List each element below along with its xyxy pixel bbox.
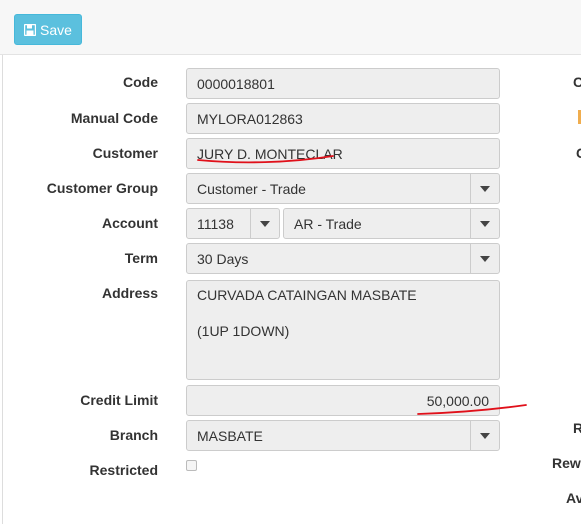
branch-value: MASBATE: [197, 427, 263, 444]
chevron-down-icon: [470, 174, 499, 203]
customer-group-select[interactable]: Customer - Trade: [186, 173, 500, 204]
customer-value: JURY D. MONTECLAR: [197, 145, 343, 162]
account-code-value: 11138: [197, 215, 234, 232]
manual-code-label: Manual Code: [70, 110, 158, 126]
floppy-disk-icon: [24, 23, 37, 36]
save-button-label: Save: [40, 21, 72, 38]
chevron-down-icon: [250, 209, 279, 238]
branch-label: Branch: [109, 427, 158, 443]
account-label: Account: [102, 215, 158, 231]
manual-code-value: MYLORA012863: [197, 110, 303, 127]
toolbar: Save: [0, 0, 581, 55]
customer-label: Customer: [92, 145, 158, 161]
right-label-4: Rewa: [552, 455, 581, 471]
chevron-down-icon: [470, 209, 499, 238]
code-value: 0000018801: [197, 75, 275, 92]
credit-limit-field[interactable]: 50,000.00: [186, 385, 500, 416]
account-code-select[interactable]: 11138: [186, 208, 280, 239]
right-label-2: C: [576, 145, 581, 161]
code-field[interactable]: 0000018801: [186, 68, 500, 99]
chevron-down-icon: [470, 244, 499, 273]
right-label-5: Av: [566, 490, 581, 506]
term-select[interactable]: 30 Days: [186, 243, 500, 274]
address-textarea[interactable]: CURVADA CATAINGAN MASBATE (1UP 1DOWN): [186, 280, 500, 380]
right-label-1: C: [573, 74, 581, 90]
account-name-value: AR - Trade: [294, 215, 362, 232]
manual-code-field[interactable]: MYLORA012863: [186, 103, 500, 134]
credit-limit-value: 50,000.00: [426, 392, 489, 409]
code-label: Code: [123, 74, 158, 90]
term-label: Term: [124, 250, 158, 266]
customer-field[interactable]: JURY D. MONTECLAR: [186, 138, 500, 169]
restricted-label: Restricted: [89, 462, 158, 478]
credit-limit-label: Credit Limit: [80, 392, 158, 408]
term-value: 30 Days: [197, 250, 249, 267]
right-label-3: R: [573, 420, 581, 436]
save-button[interactable]: Save: [14, 14, 82, 45]
branch-select[interactable]: MASBATE: [186, 420, 500, 451]
customer-group-value: Customer - Trade: [197, 180, 306, 197]
chevron-down-icon: [470, 421, 499, 450]
restricted-checkbox[interactable]: [186, 460, 197, 471]
account-name-select[interactable]: AR - Trade: [283, 208, 500, 239]
address-label: Address: [101, 285, 158, 301]
customer-group-label: Customer Group: [46, 180, 158, 196]
